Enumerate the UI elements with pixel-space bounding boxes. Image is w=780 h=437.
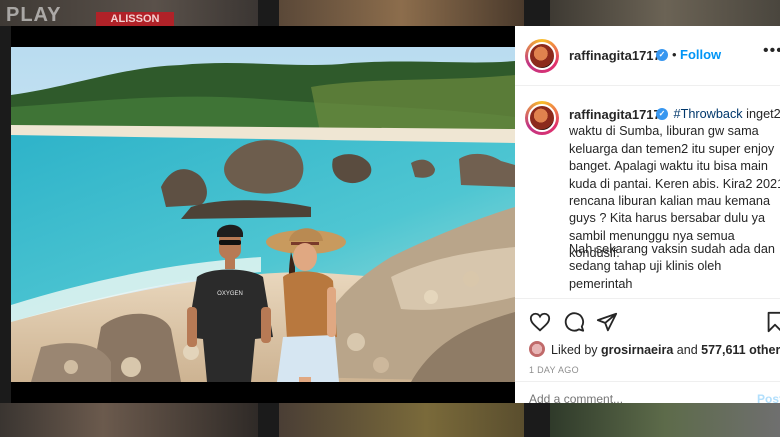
separator-dot: • xyxy=(672,47,677,62)
liked-by-and: and xyxy=(676,343,698,357)
liker-avatar[interactable] xyxy=(529,341,545,357)
caption-body: inget2 waktu di Sumba, liburan gw sama k… xyxy=(569,107,780,261)
background-thumbnail[interactable] xyxy=(279,403,524,437)
post-photo-frame: OXYGEN xyxy=(11,26,515,403)
post-timestamp[interactable]: 1 DAY AGO xyxy=(529,365,579,375)
thumbnail-text: PLAY xyxy=(6,4,62,26)
thumbnail-banner: ALISSON xyxy=(96,12,174,26)
post-author-username[interactable]: raffinagita1717 xyxy=(569,48,661,63)
liked-by-row: Liked by grosirnaeira and 577,611 others xyxy=(529,341,780,357)
comment-icon[interactable] xyxy=(563,311,585,333)
background-thumbnail[interactable] xyxy=(0,403,258,437)
post-side-panel: raffinagita1717 ✓ • Follow ••• raffinagi… xyxy=(515,26,780,406)
caption-text-continued: Nah sekarang vaksin sudah ada dan sedang… xyxy=(569,242,775,291)
shirt-logo: OXYGEN xyxy=(217,291,243,297)
liked-by-prefix: Liked by xyxy=(551,343,598,357)
caption-avatar[interactable] xyxy=(525,101,559,135)
liker-username[interactable]: grosirnaeira xyxy=(601,343,673,357)
avatar[interactable] xyxy=(525,39,559,73)
more-options-icon[interactable]: ••• xyxy=(763,42,780,60)
post-header: raffinagita1717 ✓ • Follow ••• xyxy=(515,26,780,86)
post-photo[interactable]: OXYGEN xyxy=(11,47,515,408)
comment-box: Post xyxy=(515,381,780,406)
comment-input[interactable] xyxy=(529,392,729,406)
follow-button[interactable]: Follow xyxy=(680,47,721,62)
likes-count[interactable]: 577,611 others xyxy=(701,343,780,357)
hashtag-link[interactable]: #Throwback xyxy=(674,107,743,121)
share-icon[interactable] xyxy=(596,311,618,333)
background-thumbnail[interactable]: PLAY ALISSON xyxy=(0,0,258,26)
bookmark-icon[interactable] xyxy=(764,311,780,333)
beach-photo-illustration: OXYGEN xyxy=(11,47,515,382)
post-actions: Liked by grosirnaeira and 577,611 others… xyxy=(515,298,780,406)
verified-badge-icon: ✓ xyxy=(656,49,668,61)
background-thumbnail[interactable] xyxy=(550,403,780,437)
post-comment-button[interactable]: Post xyxy=(757,392,780,406)
caption-scroll-area[interactable]: raffinagita1717 ✓ #Throwback inget2 wakt… xyxy=(515,87,780,297)
caption-text: #Throwback inget2 waktu di Sumba, libura… xyxy=(569,106,780,263)
heart-icon[interactable] xyxy=(529,311,551,333)
background-thumbnail[interactable] xyxy=(279,0,524,26)
background-thumbnail[interactable] xyxy=(550,0,780,26)
